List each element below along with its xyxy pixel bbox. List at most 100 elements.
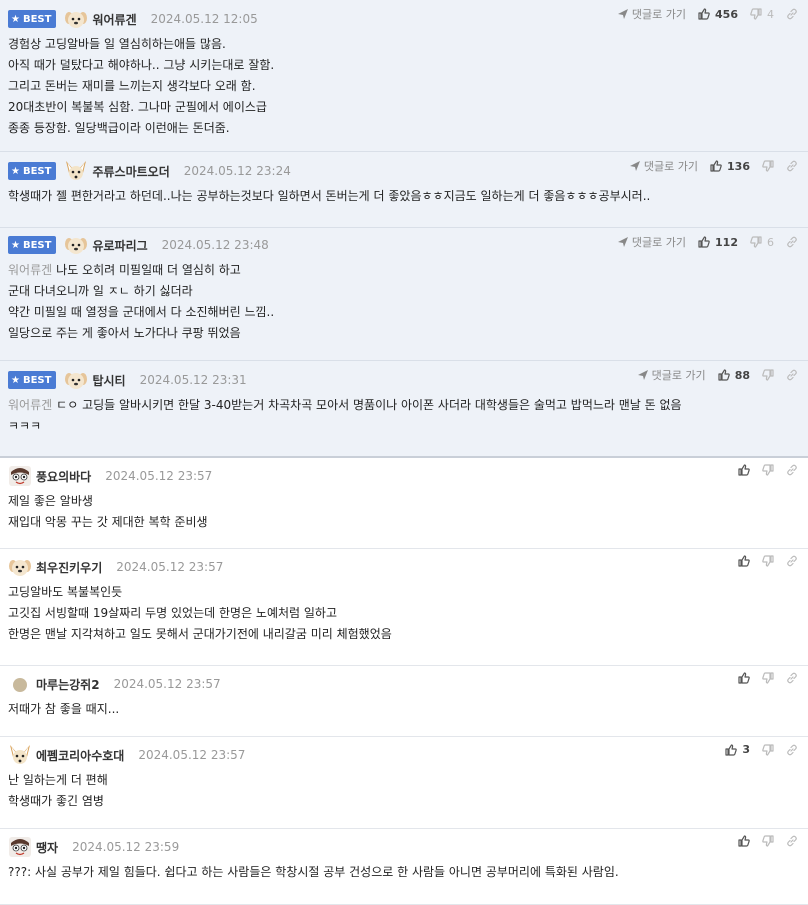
comment-line: 종종 등장함. 일당백급이라 이런애는 돈더줌. xyxy=(8,118,800,139)
comment-text: 일당으로 주는 게 좋아서 노가다나 쿠팡 뛰었음 xyxy=(8,326,241,340)
fennec-fox-icon[interactable] xyxy=(8,745,32,765)
reply-link[interactable]: 댓글로 가기 xyxy=(617,6,686,22)
upvote-button[interactable] xyxy=(738,555,750,567)
comment-item: 에펨코리아수호대 2024.05.12 23:57 3 난 일하는게 더 편해 학생때가… xyxy=(0,737,808,829)
thumbs-down-icon xyxy=(762,672,774,684)
thumbs-up-icon xyxy=(698,8,710,20)
nickname[interactable]: 에펨코리아수호대 xyxy=(36,747,124,764)
comment-text: ㅋㅋㅋ xyxy=(8,419,42,433)
best-comment: ★ BEST 탑시티 2024.05.12 23:31 댓글로 가기 88 워어류겐 ㄷㅇ 고… xyxy=(0,361,808,458)
puppy-icon[interactable] xyxy=(64,235,88,255)
cartoon-face-icon[interactable] xyxy=(8,466,32,486)
link-icon xyxy=(786,744,798,756)
link-button[interactable] xyxy=(786,236,798,248)
best-badge: ★ BEST xyxy=(8,236,57,254)
default-avatar-icon[interactable] xyxy=(8,674,32,694)
link-icon xyxy=(786,835,798,847)
comment-text: 학생때가 좋긴 염병 xyxy=(8,794,104,808)
nickname[interactable]: 땡자 xyxy=(36,839,58,856)
link-button[interactable] xyxy=(786,160,798,172)
downvote-button[interactable] xyxy=(762,743,774,756)
comment-date: 2024.05.12 23:57 xyxy=(116,560,224,574)
link-button[interactable] xyxy=(786,555,798,567)
best-label: BEST xyxy=(22,165,52,177)
thumbs-down-icon xyxy=(750,8,762,20)
downvote-count: 6 xyxy=(767,235,774,249)
comment-header: 최우진키우기 2024.05.12 23:57 xyxy=(8,557,800,577)
reply-link[interactable]: 댓글로 가기 xyxy=(617,234,686,250)
puppy-icon[interactable] xyxy=(8,557,32,577)
link-button[interactable] xyxy=(786,464,798,476)
downvote-button[interactable]: 6 xyxy=(750,236,774,249)
link-button[interactable] xyxy=(786,672,798,684)
comment-actions: 3 xyxy=(713,743,798,756)
upvote-button[interactable]: 456 xyxy=(698,8,738,21)
nickname[interactable]: 풍요의바다 xyxy=(36,468,91,485)
comment-line: 학생때가 좋긴 염병 xyxy=(8,791,800,812)
puppy-icon[interactable] xyxy=(64,370,88,390)
thumbs-down-icon xyxy=(762,743,774,756)
downvote-button[interactable] xyxy=(762,160,774,172)
mention-nickname[interactable]: 워어류겐 xyxy=(8,263,52,277)
downvote-button[interactable] xyxy=(762,369,774,381)
comment-line: 경험상 고딩알바들 일 열심히하는애들 많음. xyxy=(8,34,800,55)
downvote-button[interactable]: 4 xyxy=(750,8,774,21)
link-button[interactable] xyxy=(786,369,798,381)
reply-label: 댓글로 가기 xyxy=(651,369,706,382)
comment-date: 2024.05.12 23:57 xyxy=(113,677,221,691)
upvote-count: 112 xyxy=(715,235,738,249)
fennec-fox-icon[interactable] xyxy=(64,161,88,181)
downvote-button[interactable] xyxy=(762,555,774,567)
upvote-button[interactable]: 88 xyxy=(718,369,750,382)
upvote-button[interactable]: 3 xyxy=(725,743,750,756)
comment-line: 약간 미필일 때 열정을 군대에서 다 소진해버린 느낌.. xyxy=(8,302,800,323)
comment-date: 2024.05.12 23:24 xyxy=(183,164,291,178)
thumbs-up-icon xyxy=(738,464,750,476)
upvote-count: 456 xyxy=(715,7,738,21)
downvote-button[interactable] xyxy=(762,672,774,684)
upvote-button[interactable] xyxy=(738,835,750,847)
puppy-icon[interactable] xyxy=(64,9,88,29)
comment-text: 제일 좋은 알바생 xyxy=(8,494,93,508)
nickname[interactable]: 유로파리그 xyxy=(92,237,147,254)
thumbs-down-icon xyxy=(762,555,774,567)
downvote-button[interactable] xyxy=(762,835,774,847)
comment-item: 마루는강쥐2 2024.05.12 23:57 저때가 참 좋을 때지... xyxy=(0,666,808,737)
nickname[interactable]: 워어류겐 xyxy=(92,11,136,28)
star-icon: ★ xyxy=(11,239,20,251)
link-icon xyxy=(786,8,798,20)
comment-line: 고깃집 서빙할때 19살짜리 두명 있었는데 한명은 노예처럼 일하고 xyxy=(8,603,800,624)
reply-link[interactable]: 댓글로 가기 xyxy=(629,158,698,174)
nickname[interactable]: 최우진키우기 xyxy=(36,559,102,576)
comment-body: 학생때가 젤 편한거라고 하던데..나는 공부하는것보다 일하면서 돈버는게 더… xyxy=(8,181,800,207)
nickname[interactable]: 마루는강쥐2 xyxy=(36,676,100,693)
comment-text: 학생때가 젤 편한거라고 하던데..나는 공부하는것보다 일하면서 돈버는게 더… xyxy=(8,189,651,203)
comment-actions: 댓글로 가기 456 4 xyxy=(605,6,798,22)
thumbs-down-icon xyxy=(750,236,762,248)
comment-line: 학생때가 젤 편한거라고 하던데..나는 공부하는것보다 일하면서 돈버는게 더… xyxy=(8,186,800,207)
upvote-button[interactable] xyxy=(738,672,750,684)
comment-line: 한명은 맨날 지각쳐하고 일도 못해서 군대가기전에 내리갈굼 미리 체험했었음 xyxy=(8,624,800,645)
comment-body: 난 일하는게 더 편해 학생때가 좋긴 염병 xyxy=(8,765,800,812)
link-button[interactable] xyxy=(786,8,798,20)
reply-link[interactable]: 댓글로 가기 xyxy=(637,367,706,383)
comment-line: 고딩알바도 복불복인듯 xyxy=(8,582,800,603)
link-button[interactable] xyxy=(786,744,798,756)
thumbs-up-icon xyxy=(718,369,730,381)
upvote-button[interactable]: 112 xyxy=(698,236,738,249)
downvote-button[interactable] xyxy=(762,464,774,476)
comment-line: 제일 좋은 알바생 xyxy=(8,491,800,512)
comment-date: 2024.05.12 23:57 xyxy=(138,748,246,762)
link-icon xyxy=(786,555,798,567)
link-button[interactable] xyxy=(786,835,798,847)
nickname[interactable]: 탑시티 xyxy=(92,372,125,389)
comment-text: 그리고 돈버는 재미를 느끼는지 생각보다 오래 함. xyxy=(8,79,256,93)
link-icon xyxy=(786,160,798,172)
upvote-button[interactable]: 136 xyxy=(710,160,750,173)
comment-actions: 댓글로 가기 88 xyxy=(625,367,798,383)
comment-date: 2024.05.12 23:31 xyxy=(139,373,247,387)
mention-nickname[interactable]: 워어류겐 xyxy=(8,398,52,412)
nickname[interactable]: 주류스마트오더 xyxy=(92,163,169,180)
upvote-button[interactable] xyxy=(738,464,750,476)
cartoon-face-icon[interactable] xyxy=(8,837,32,857)
